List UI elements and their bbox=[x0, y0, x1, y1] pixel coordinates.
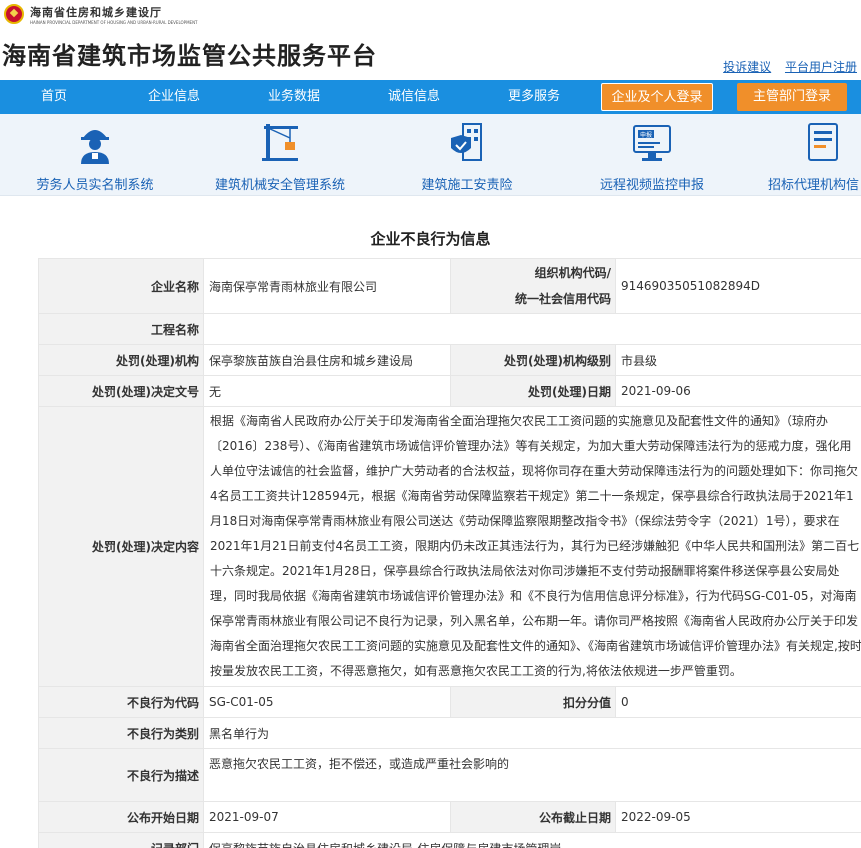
table-row: 不良行为代码 SG-C01-05 扣分分值 0 bbox=[38, 686, 861, 718]
description-label: 不良行为描述 bbox=[38, 748, 204, 802]
category-label: 不良行为类别 bbox=[38, 717, 204, 749]
pub-end-value: 2022-09-05 bbox=[615, 801, 861, 833]
system-machinery-safety[interactable]: 建筑机械安全管理系统 bbox=[210, 120, 350, 193]
table-row: 工程名称 bbox=[38, 313, 861, 345]
main-nav: 首页 企业信息 业务数据 诚信信息 更多服务 企业及个人登录 主管部门登录 bbox=[0, 80, 861, 114]
content-label: 处罚(处理)决定内容 bbox=[38, 406, 204, 687]
agency-value: 保亭黎族苗族自治县住房和城乡建设局 bbox=[203, 344, 451, 376]
org-code-label: 组织机构代码/ 统一社会信用代码 bbox=[450, 258, 616, 314]
nav-more-services[interactable]: 更多服务 bbox=[498, 80, 570, 114]
monitor-declare-icon: 申报 bbox=[630, 120, 674, 164]
company-name-value: 海南保亭常青雨林旅业有限公司 bbox=[203, 258, 451, 314]
behavior-code-value: SG-C01-05 bbox=[203, 686, 451, 718]
agency-label: 处罚(处理)机构 bbox=[38, 344, 204, 376]
score-value: 0 bbox=[615, 686, 861, 718]
score-label: 扣分分值 bbox=[450, 686, 616, 718]
admin-login-button[interactable]: 主管部门登录 bbox=[737, 83, 847, 111]
top-links: 投诉建议 平台用户注册 bbox=[713, 58, 857, 75]
pub-end-label: 公布截止日期 bbox=[450, 801, 616, 833]
complaint-link[interactable]: 投诉建议 bbox=[723, 60, 771, 74]
pub-start-value: 2021-09-07 bbox=[203, 801, 451, 833]
doc-no-label: 处罚(处理)决定文号 bbox=[38, 375, 204, 407]
bad-behavior-detail-table: 企业名称 海南保亭常青雨林旅业有限公司 组织机构代码/ 统一社会信用代码 914… bbox=[38, 258, 861, 848]
dept-name: 海南省住房和城乡建设厅 bbox=[30, 6, 162, 19]
worker-icon bbox=[73, 120, 117, 164]
system-construction-insurance[interactable]: 建筑施工安责险 bbox=[412, 120, 522, 193]
system-worker-realname[interactable]: 劳务人员实名制系统 bbox=[30, 120, 160, 193]
document-icon bbox=[801, 120, 845, 164]
svg-text:申报: 申报 bbox=[640, 131, 652, 139]
systems-bar: 劳务人员实名制系统 建筑机械安全管理系统 建筑施工安责险 申报 远程视频监控申报… bbox=[0, 114, 861, 196]
building-shield-icon bbox=[445, 120, 489, 164]
nav-credit-info[interactable]: 诚信信息 bbox=[378, 80, 450, 114]
company-name-label: 企业名称 bbox=[38, 258, 204, 314]
org-code-value: 91469035051082894D bbox=[615, 258, 861, 314]
nav-home[interactable]: 首页 bbox=[18, 80, 90, 114]
company-login-button[interactable]: 企业及个人登录 bbox=[601, 83, 713, 111]
pub-start-label: 公布开始日期 bbox=[38, 801, 204, 833]
table-row: 企业名称 海南保亭常青雨林旅业有限公司 组织机构代码/ 统一社会信用代码 914… bbox=[38, 258, 861, 314]
decision-date-value: 2021-09-06 bbox=[615, 375, 861, 407]
table-row: 不良行为描述 恶意拖欠农民工工资，拒不偿还，或造成严重社会影响的 bbox=[38, 748, 861, 802]
nav-business-data[interactable]: 业务数据 bbox=[258, 80, 330, 114]
project-label: 工程名称 bbox=[38, 313, 204, 345]
record-dept-value: 保亭黎族苗族自治县住房和城乡建设局-住房保障与房建市场管理岗 bbox=[203, 832, 861, 848]
register-link[interactable]: 平台用户注册 bbox=[785, 60, 857, 74]
nav-company-info[interactable]: 企业信息 bbox=[138, 80, 210, 114]
site-header: 海南省住房和城乡建设厅 HAINAN PROVINCIAL DEPARTMENT… bbox=[0, 0, 861, 80]
behavior-code-label: 不良行为代码 bbox=[38, 686, 204, 718]
description-value: 恶意拖欠农民工工资，拒不偿还，或造成严重社会影响的 bbox=[203, 748, 861, 802]
agency-level-value: 市县级 bbox=[615, 344, 861, 376]
decision-date-label: 处罚(处理)日期 bbox=[450, 375, 616, 407]
agency-level-label: 处罚(处理)机构级别 bbox=[450, 344, 616, 376]
category-value: 黑名单行为 bbox=[203, 717, 861, 749]
decision-content-value: 根据《海南省人民政府办公厅关于印发海南省全面治理拖欠农民工工资问题的实施意见及配… bbox=[203, 406, 861, 687]
table-row: 处罚(处理)决定文号 无 处罚(处理)日期 2021-09-06 bbox=[38, 375, 861, 407]
table-row: 处罚(处理)决定内容 根据《海南省人民政府办公厅关于印发海南省全面治理拖欠农民工… bbox=[38, 406, 861, 687]
system-video-monitoring[interactable]: 申报 远程视频监控申报 bbox=[592, 120, 712, 193]
dept-name-en: HAINAN PROVINCIAL DEPARTMENT OF HOUSING … bbox=[30, 20, 198, 25]
project-value bbox=[203, 313, 861, 345]
table-row: 记录部门 保亭黎族苗族自治县住房和城乡建设局-住房保障与房建市场管理岗 bbox=[38, 832, 861, 848]
system-bidding-agency[interactable]: 招标代理机构信 bbox=[768, 120, 861, 193]
table-row: 不良行为类别 黑名单行为 bbox=[38, 717, 861, 749]
site-title: 海南省建筑市场监管公共服务平台 bbox=[2, 42, 377, 70]
table-row: 处罚(处理)机构 保亭黎族苗族自治县住房和城乡建设局 处罚(处理)机构级别 市县… bbox=[38, 344, 861, 376]
page-title: 企业不良行为信息 bbox=[370, 230, 491, 248]
doc-no-value: 无 bbox=[203, 375, 451, 407]
table-row: 公布开始日期 2021-09-07 公布截止日期 2022-09-05 bbox=[38, 801, 861, 833]
record-dept-label: 记录部门 bbox=[38, 832, 204, 848]
crane-icon bbox=[258, 120, 302, 164]
national-emblem-icon bbox=[4, 4, 24, 24]
